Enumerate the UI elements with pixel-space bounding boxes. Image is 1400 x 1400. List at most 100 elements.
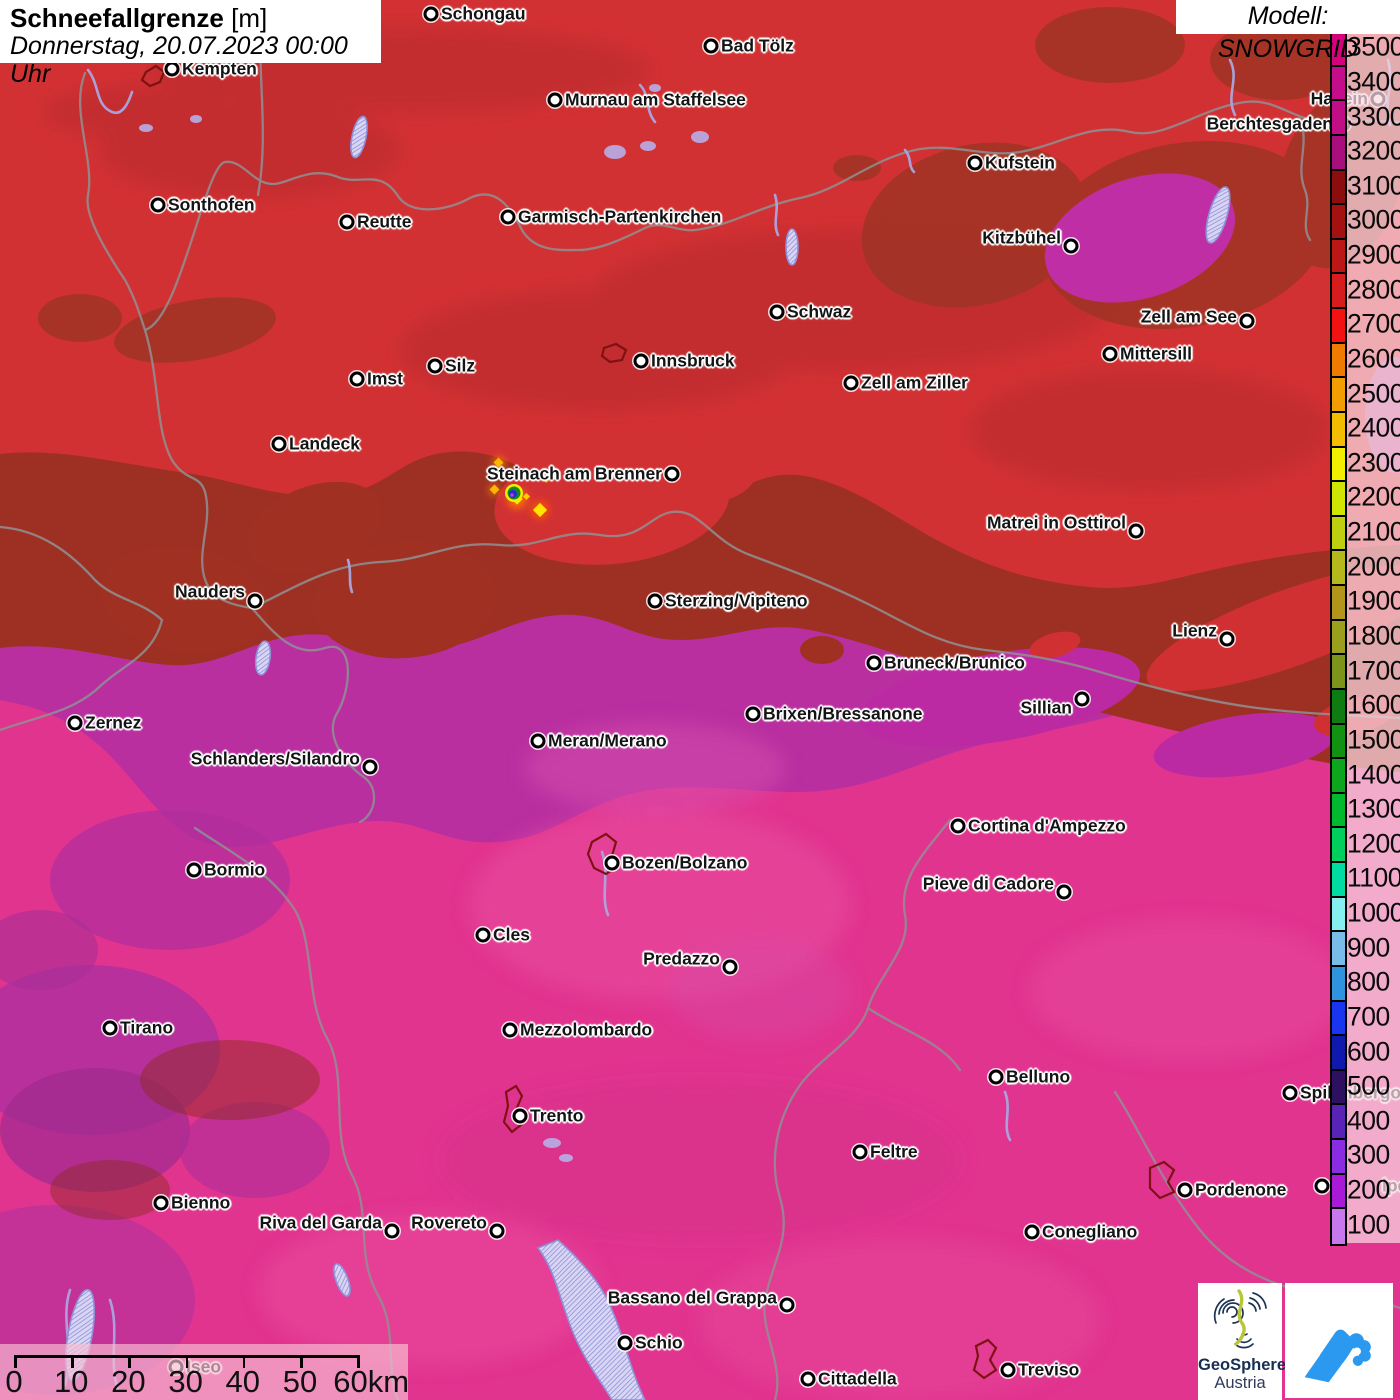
city-label: Zell am See (1140, 306, 1237, 327)
city-dot (647, 593, 663, 609)
city-label: Sterzing/Vipiteno (665, 590, 808, 611)
legend-value: 2900 (1347, 239, 1400, 270)
legend-value: 3200 (1347, 135, 1400, 166)
legend-segment (1332, 759, 1345, 794)
city-dot (1024, 1224, 1040, 1240)
city-dot (153, 1195, 169, 1211)
legend-segment (1332, 620, 1345, 656)
legend-segment (1332, 170, 1345, 206)
legend-segment (1332, 101, 1345, 136)
city-label: Sillian (1020, 697, 1072, 718)
legend-value: 1500 (1347, 724, 1400, 755)
model-box: Modell: SNOWGRID (1176, 0, 1400, 63)
city-label: Innsbruck (651, 350, 735, 371)
legend-value: 2300 (1347, 447, 1400, 478)
city-dot (489, 1223, 505, 1239)
city-dot (423, 6, 439, 22)
city-label: Pieve di Cadore (922, 873, 1054, 894)
legend-value: 2200 (1347, 481, 1400, 512)
city-label: Bruneck/Brunico (884, 652, 1025, 673)
legend-segment (1332, 239, 1345, 275)
legend-value: 2700 (1347, 308, 1400, 339)
city-label: Bad Tölz (721, 35, 794, 56)
legend-value: 3100 (1347, 170, 1400, 201)
city-label: Cittadella (818, 1368, 897, 1389)
legend-segment (1332, 205, 1345, 240)
legend-value: 1700 (1347, 655, 1400, 686)
legend-value: 1800 (1347, 620, 1400, 651)
city-dot (1128, 523, 1144, 539)
legend-color-bar (1330, 30, 1347, 1246)
legend-segment (1332, 1070, 1345, 1106)
city-dot (186, 862, 202, 878)
city-label: Schongau (441, 3, 526, 24)
city-dot (1056, 884, 1072, 900)
legend-segment (1332, 482, 1345, 517)
city-label: Zell am Ziller (861, 372, 968, 393)
city-label: Cles (493, 924, 530, 945)
city-label: Lienz (1172, 620, 1217, 641)
legend-segment (1332, 343, 1345, 379)
legend-value: 3400 (1347, 66, 1400, 97)
city-label: Sonthofen (168, 194, 255, 215)
city-dot (852, 1144, 868, 1160)
legend-segment (1332, 1036, 1345, 1071)
legend-value: 1100 (1347, 862, 1400, 893)
city-dot (745, 706, 761, 722)
city-dot (475, 927, 491, 943)
city-dot (547, 92, 563, 108)
city-label: Brixen/Bressanone (763, 703, 923, 724)
city-dot (604, 855, 620, 871)
city-dot (633, 353, 649, 369)
city-dot (664, 466, 680, 482)
geosphere-logo-icon (1213, 1289, 1267, 1349)
city-label: Murnau am Staffelsee (565, 89, 746, 110)
city-dot (722, 959, 738, 975)
title-box: Schneefallgrenze [m] Donnerstag, 20.07.2… (0, 0, 381, 88)
city-dot (1239, 313, 1255, 329)
legend-segment (1332, 966, 1345, 1002)
city-label: Steinach am Brenner (486, 463, 662, 484)
legend-value: 2100 (1347, 516, 1400, 547)
city-label: Garmisch-Partenkirchen (518, 206, 722, 227)
legend-value: 1000 (1347, 897, 1400, 928)
city-dot (384, 1223, 400, 1239)
city-label: Silz (445, 355, 476, 376)
city-dot (988, 1069, 1004, 1085)
city-label: Landeck (289, 433, 360, 454)
city-dot (349, 371, 365, 387)
city-dot (967, 155, 983, 171)
city-label: Bassano del Grappa (607, 1287, 777, 1308)
city-label: Conegliano (1042, 1221, 1138, 1242)
city-dot (362, 759, 378, 775)
legend-value: 700 (1347, 1001, 1390, 1032)
legend-segment (1332, 863, 1345, 898)
legend-segment (1332, 724, 1345, 760)
legend-segment (1332, 586, 1345, 621)
city-dot (779, 1297, 795, 1313)
city-dot (843, 375, 859, 391)
city-label: Feltre (870, 1141, 918, 1162)
legend-value: 600 (1347, 1036, 1390, 1067)
legend-value: 1900 (1347, 585, 1400, 616)
partner-logo-box (1285, 1283, 1393, 1398)
city-label: Trento (530, 1105, 584, 1126)
legend-segment (1332, 932, 1345, 967)
city-markers-layer: Schongau Bad Tölz Kempten Murnau am Staffel… (0, 0, 1400, 1400)
legend-value: 2800 (1347, 274, 1400, 305)
city-dot (67, 715, 83, 731)
legend-segment (1332, 793, 1345, 829)
city-dot (512, 1108, 528, 1124)
city-dot (1314, 1178, 1330, 1194)
legend-value: 500 (1347, 1070, 1390, 1101)
legend-segment (1332, 828, 1345, 863)
city-label: Cortina d'Ampezzo (968, 815, 1126, 836)
map-datetime: Donnerstag, 20.07.2023 00:00 Uhr (10, 32, 348, 88)
city-dot (530, 733, 546, 749)
legend-segment (1332, 1140, 1345, 1175)
city-label: Schlanders/Silandro (190, 748, 360, 769)
city-dot (1063, 238, 1079, 254)
city-dot (150, 197, 166, 213)
legend-value: 800 (1347, 966, 1390, 997)
city-label: Mittersill (1120, 343, 1192, 364)
